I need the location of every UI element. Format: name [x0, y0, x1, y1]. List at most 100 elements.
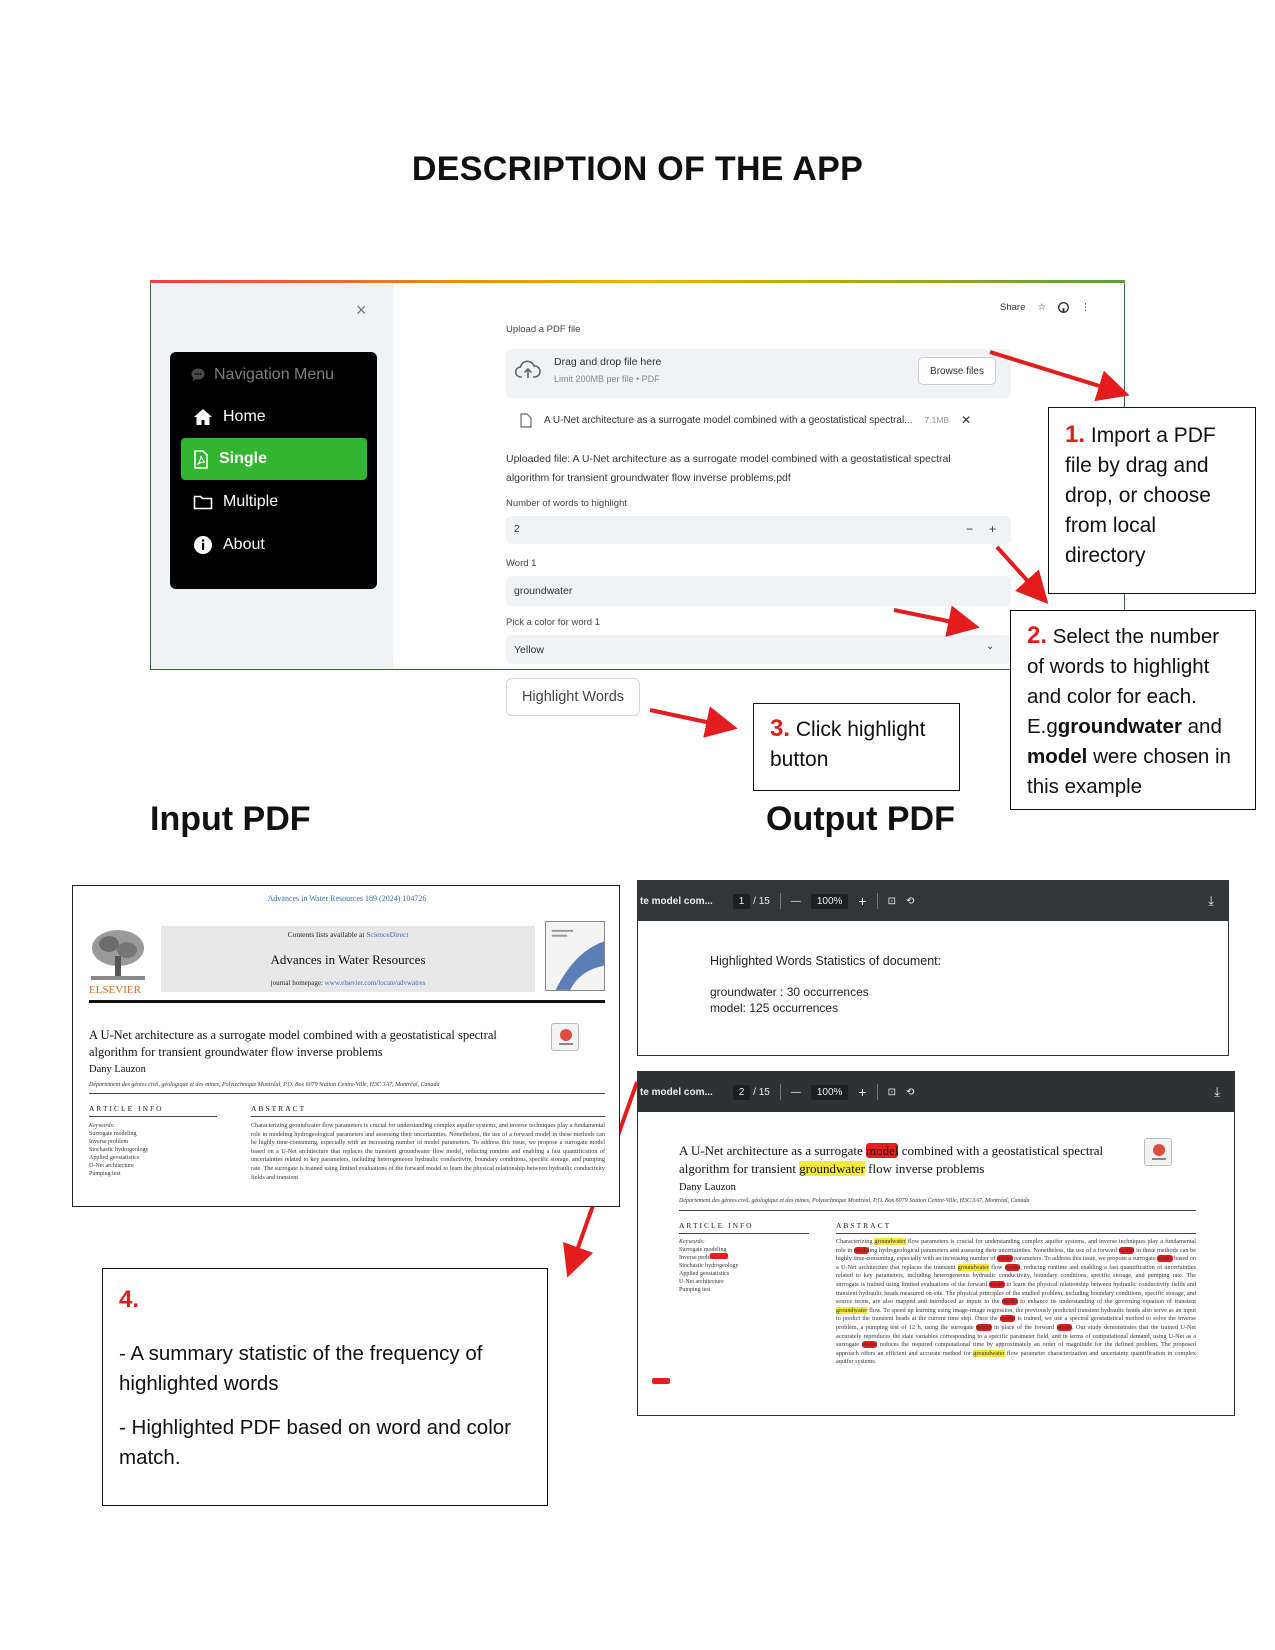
callout-bold-word: model — [1027, 745, 1088, 768]
viewer-page-input[interactable]: 2 — [732, 1084, 751, 1100]
callout-step-2: 2. Select the number of words to highlig… — [1010, 610, 1256, 810]
highlight-model: model — [997, 1255, 1013, 1263]
highlight-model: model — [861, 1341, 878, 1349]
highlight-model: model — [1118, 1246, 1135, 1254]
section-rule — [89, 1093, 605, 1094]
abstract-text: Characterizing groundwater flow paramete… — [251, 1122, 605, 1181]
title-text: flow inverse problems — [864, 1161, 985, 1176]
callout-number: 4. — [119, 1286, 140, 1313]
highlight-groundwater: groundwater — [973, 1349, 1005, 1357]
highlight-groundwater: groundwater — [836, 1306, 868, 1314]
callout-number: 1. — [1065, 421, 1086, 448]
article-title: A U-Net architecture as a surrogate mode… — [89, 1028, 497, 1059]
header-rule — [89, 1000, 605, 1003]
keyword: Stochastic hydrogeology — [679, 1263, 739, 1269]
download-icon[interactable]: ⤓ — [1208, 893, 1214, 909]
callout-number: 2. — [1027, 622, 1048, 649]
sciencedirect-link[interactable]: ScienceDirect — [366, 930, 408, 939]
keyword-highlight-model — [710, 1247, 728, 1265]
viewer-doc-name: te model com... — [640, 895, 713, 907]
callout-text: and — [1187, 715, 1222, 738]
publisher-name: ELSEVIER — [89, 984, 141, 996]
output-pdf-stats-page: te model com... 1 / 15 — 100% + ⊡ ⟲ ⤓ Hi… — [637, 880, 1229, 1056]
toolbar-divider — [779, 893, 781, 909]
elsevier-tree-logo — [89, 928, 147, 982]
zoom-out-icon[interactable]: — — [791, 1087, 801, 1098]
article-info-rule — [89, 1116, 217, 1117]
section-rule — [679, 1210, 1196, 1211]
download-icon[interactable]: ⤓ — [1214, 1084, 1220, 1100]
article-info-heading: ARTICLE INFO — [89, 1104, 164, 1113]
highlight-model: model — [976, 1323, 992, 1331]
keyword: Applied geostatistics — [89, 1155, 140, 1161]
input-pdf-label: Input PDF — [150, 800, 311, 838]
stats-model: model: 125 occurrences — [710, 1001, 839, 1015]
stats-title: Highlighted Words Statistics of document… — [710, 954, 942, 968]
article-affiliation: Département des génies civil, géologique… — [89, 1082, 440, 1088]
article-info-rule — [679, 1233, 809, 1234]
article-author: Dany Lauzon — [89, 1064, 146, 1075]
homepage-prefix: journal homepage: — [270, 979, 323, 987]
callout-step-1: 1. Import a PDF file by drag and drop, o… — [1048, 407, 1256, 594]
callout-bold-word: groundwater — [1057, 715, 1182, 738]
journal-name: Advances in Water Resources — [270, 952, 426, 967]
keyword: Surrogate modeling — [89, 1131, 137, 1137]
article-author: Dany Lauzon — [679, 1182, 736, 1193]
callout-number: 3. — [770, 715, 791, 742]
contents-line: Contents lists available at ScienceDirec… — [161, 930, 535, 939]
check-for-updates-badge[interactable] — [551, 1023, 579, 1051]
check-updates-icon — [1152, 1144, 1166, 1160]
viewer-page-total: / 15 — [753, 1086, 770, 1098]
fit-page-icon[interactable]: ⊡ — [888, 896, 896, 907]
callout-step-3: 3. Click highlight button — [753, 703, 960, 791]
highlighted-article-title: A U-Net architecture as a surrogate mode… — [679, 1142, 1119, 1178]
pdf-viewer-toolbar: te model com... 1 / 15 — 100% + ⊡ ⟲ ⤓ — [638, 881, 1228, 921]
zoom-in-icon[interactable]: + — [858, 893, 866, 909]
check-for-updates-badge[interactable] — [1144, 1138, 1172, 1166]
title-text: A U-Net architecture as a surrogate — [679, 1143, 866, 1158]
keywords-label: Keywords: — [89, 1123, 115, 1129]
highlight-model: model — [865, 1143, 899, 1158]
keyword: Inverse problem — [89, 1139, 129, 1145]
abstract-heading: ABSTRACT — [251, 1104, 307, 1113]
viewer-doc-name: te model com... — [640, 1086, 713, 1098]
check-updates-icon — [559, 1029, 573, 1045]
toolbar-divider — [876, 893, 878, 909]
viewer-zoom-input[interactable]: 100% — [810, 893, 849, 909]
arrow-step2b — [893, 605, 980, 637]
viewer-page-input[interactable]: 1 — [732, 893, 751, 909]
abstract-rule — [836, 1233, 1196, 1234]
journal-reference: Advances in Water Resources 189 (2024) 1… — [267, 894, 427, 903]
output-pdf-highlighted-page: te model com... 2 / 15 — 100% + ⊡ ⟲ ⤓ A … — [637, 1071, 1235, 1416]
toolbar-divider — [876, 1084, 878, 1100]
callout-text: - A summary statistic of the frequency o… — [119, 1342, 483, 1395]
highlight-model: model — [853, 1246, 870, 1254]
keyword: U-Net architecture — [679, 1279, 724, 1285]
callout-text: - Highlighted PDF based on word and colo… — [119, 1416, 511, 1469]
rotate-icon[interactable]: ⟲ — [906, 896, 914, 907]
highlight-model: model — [1002, 1298, 1018, 1306]
zoom-out-icon[interactable]: — — [791, 896, 801, 907]
arrow-step2a — [995, 545, 1049, 604]
margin-highlight-model — [652, 1372, 670, 1390]
toolbar-divider — [779, 1084, 781, 1100]
highlight-groundwater: groundwater — [957, 1263, 989, 1271]
stats-groundwater: groundwater : 30 occurrences — [710, 985, 869, 999]
highlight-model: model — [1056, 1323, 1073, 1331]
highlight-model: model — [1004, 1263, 1021, 1271]
keywords-list: Keywords: Surrogate modeling Inverse pro… — [679, 1238, 739, 1294]
homepage-link[interactable]: www.elsevier.com/locate/advwatres — [325, 979, 426, 987]
callout-step-4: 4. - A summary statistic of the frequenc… — [102, 1268, 548, 1506]
keyword: Stochastic hydrogeology — [89, 1147, 149, 1153]
arrow-step3 — [649, 706, 738, 738]
highlight-model: model — [1157, 1255, 1173, 1263]
fit-page-icon[interactable]: ⊡ — [888, 1087, 896, 1098]
keyword: Inverse problem — [679, 1255, 719, 1261]
rotate-icon[interactable]: ⟲ — [906, 1087, 914, 1098]
highlight-groundwater: groundwater — [874, 1238, 906, 1245]
viewer-page-indicator: 2 / 15 — [732, 1084, 770, 1100]
pdf-viewer-toolbar: te model com... 2 / 15 — 100% + ⊡ ⟲ ⤓ — [638, 1072, 1234, 1112]
zoom-in-icon[interactable]: + — [858, 1084, 866, 1100]
viewer-zoom-input[interactable]: 100% — [810, 1084, 849, 1100]
viewer-page-total: / 15 — [753, 895, 770, 907]
